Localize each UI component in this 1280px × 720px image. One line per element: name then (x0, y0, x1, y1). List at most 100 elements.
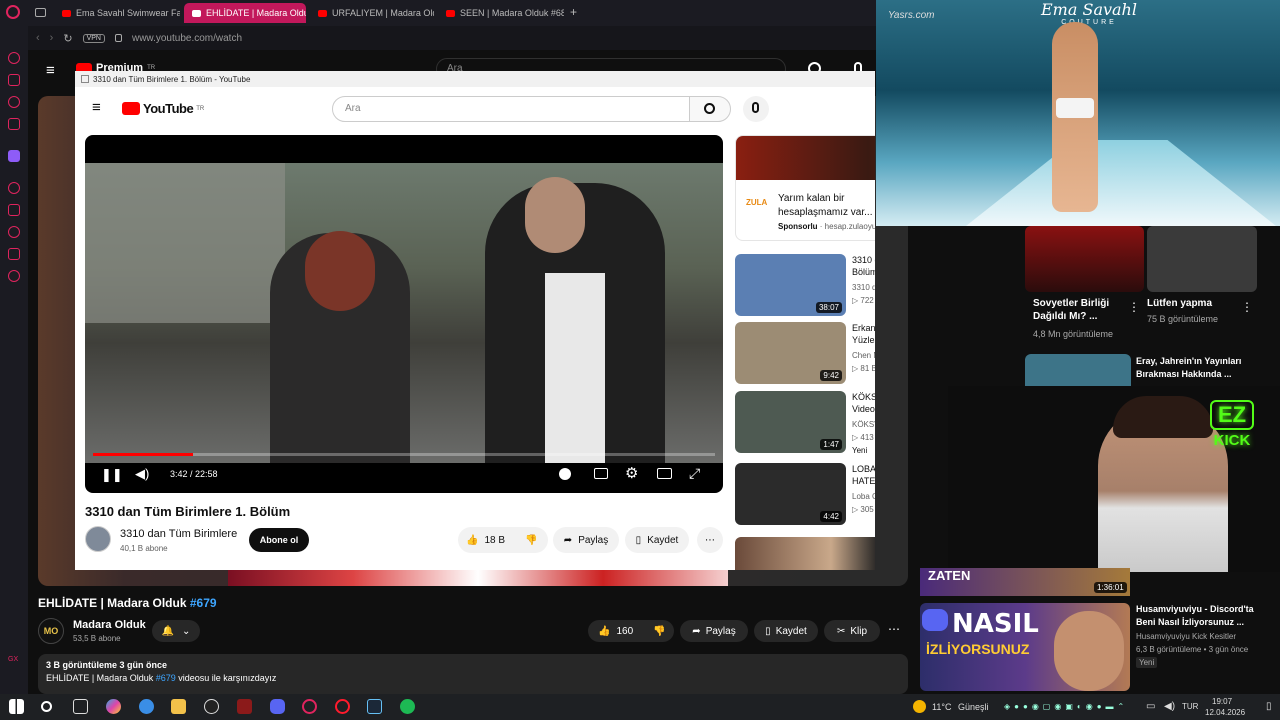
bell-button[interactable]: 🔔 ⌄ (152, 620, 200, 642)
tab-2[interactable]: URFALIYEM | Madara Oldu (310, 3, 434, 23)
settings-icon[interactable] (8, 270, 20, 282)
windows-start-icon[interactable] (9, 699, 24, 714)
menu-icon[interactable]: ≡ (46, 62, 55, 79)
pip-search-button[interactable] (689, 96, 731, 122)
subscribe-button[interactable]: Abone ol (249, 528, 309, 552)
weather-desc[interactable]: Güneşli (958, 702, 989, 712)
tab-0[interactable]: Ema Savahl Swimwear Fa (54, 3, 180, 23)
rec-thumbnail-row[interactable] (735, 537, 875, 570)
bg-like-button[interactable]: 👍 160 👎 (588, 620, 674, 642)
side-card-title[interactable]: Sovyetler Birliği Dağıldı Mı? ... (1033, 297, 1109, 323)
video-player[interactable]: ❚❚ ◀) 3:42 / 22:58 ⚙ ⤢ (85, 135, 723, 493)
tray-icons[interactable]: ◈●●◉▢◉▣◐◉●▬⌃ (1004, 702, 1128, 711)
mail-icon[interactable] (8, 118, 20, 130)
progress-track[interactable] (93, 453, 715, 456)
fullscreen-icon[interactable]: ⤢ (689, 465, 700, 482)
ad-card[interactable]: ZULA Yarım kalan bir hesaplaşmamız var..… (735, 135, 875, 241)
dislike-icon[interactable]: 👎 (525, 535, 537, 546)
rec-item[interactable]: 1:47 KÖKSVL - NALAKA (Mu Video) KÖKSVL ▷… (735, 391, 875, 455)
bg-description-box[interactable]: 3 B görüntüleme 3 gün önce EHLİDATE | Ma… (38, 654, 908, 694)
url-field[interactable]: www.youtube.com/watch (132, 33, 242, 44)
file-explorer-icon[interactable] (171, 699, 186, 714)
history-icon[interactable] (8, 226, 20, 238)
side-card-title[interactable]: Husamviyuviyu - Discord'ta Beni Nasıl İz… (1136, 603, 1254, 629)
channel-name[interactable]: 3310 dan Tüm Birimlere (120, 528, 237, 540)
whatsapp-icon[interactable] (8, 96, 20, 108)
workspaces-icon[interactable] (35, 8, 46, 17)
volume-icon[interactable]: ◀) (135, 466, 149, 482)
rec-item[interactable]: 9:42 Erkan Abi - Ceyhanlı Hakan Yüzleşme… (735, 322, 875, 386)
weather-temp[interactable]: 11°C (932, 702, 951, 712)
bg-channel-avatar[interactable]: MO (38, 618, 64, 644)
bg-channel-name[interactable]: Madara Olduk (73, 619, 146, 631)
share-button[interactable]: ➦ Paylaş (553, 527, 619, 553)
spotify-icon[interactable] (400, 699, 415, 714)
bg-clip-button[interactable]: ✂ Klip (824, 620, 880, 642)
side-card-title[interactable]: Lütfen yapma (1147, 297, 1212, 310)
bg-share-button[interactable]: ➦ Paylaş (680, 620, 748, 642)
discord-icon[interactable] (270, 699, 285, 714)
pip-youtube-logo[interactable]: YouTube TR (122, 101, 204, 116)
side-card-thumb[interactable] (1025, 226, 1144, 292)
voicemod-icon[interactable] (237, 699, 252, 714)
player-icon[interactable] (8, 182, 20, 194)
save-button[interactable]: ▯ Kaydet (625, 527, 689, 553)
vpn-badge[interactable]: VPN (82, 33, 105, 43)
ad-sponsor: Sponsorlu · hesap.zulaoyun... (778, 222, 875, 231)
weather-icon[interactable] (913, 700, 926, 713)
channel-avatar[interactable] (85, 526, 111, 552)
opera-gx-icon[interactable] (302, 699, 317, 714)
tab-3[interactable]: SEEN | Madara Olduk #68 (438, 3, 564, 23)
obs-icon[interactable] (204, 699, 219, 714)
back-icon[interactable]: ‹ (36, 32, 40, 44)
side-card-thumb[interactable] (1147, 226, 1257, 292)
bag-icon[interactable] (8, 74, 20, 86)
messenger-icon[interactable] (8, 52, 20, 64)
extensions-icon[interactable] (8, 248, 20, 260)
reload-icon[interactable]: ↻ (63, 32, 72, 45)
side-card-thumb[interactable] (1025, 354, 1131, 386)
volume-icon[interactable]: ◀) (1164, 701, 1175, 712)
captions-icon[interactable] (594, 468, 608, 479)
clock-date[interactable]: 12.04.2026 (1205, 708, 1245, 717)
rec-item[interactable]: 38:07 3310 dan Tüm Birimlere 3. Bölüm 33… (735, 254, 875, 318)
opera-icon[interactable] (335, 699, 350, 714)
like-button[interactable]: 👍 18 B 👎 (458, 527, 548, 553)
opera-logo[interactable] (6, 5, 20, 19)
side-card-thumb[interactable]: NASIL İZLİYORSUNUZ (920, 603, 1130, 691)
runway-overlay: Yasrs.com Ema Savahl COUTURE (876, 0, 1280, 226)
search-icon[interactable] (41, 701, 52, 712)
more-icon[interactable]: ⋮ (1241, 300, 1253, 314)
bg-save-button[interactable]: ▯ Kaydet (754, 620, 818, 642)
pause-icon[interactable]: ❚❚ (101, 467, 123, 483)
pip-search-input[interactable]: Ara (332, 96, 690, 122)
dislike-icon[interactable]: 👎 (653, 626, 665, 637)
pip-titlebar[interactable]: 3310 dan Tüm Birimlere 1. Bölüm - YouTub… (75, 71, 875, 87)
settings-gear-icon[interactable]: ⚙ (625, 464, 638, 482)
theater-icon[interactable] (657, 468, 672, 479)
side-card-title[interactable]: Eray, Jahrein'ın Yayınları Bırakması Hak… (1136, 355, 1241, 381)
more-icon[interactable]: ⋮ (1128, 300, 1140, 314)
notification-icon[interactable]: ▯ (1266, 701, 1272, 712)
autoplay-toggle[interactable] (559, 468, 571, 480)
task-view-icon[interactable] (73, 699, 88, 714)
brand-logo: Ema Savahl COUTURE (1041, 0, 1137, 26)
new-tab-button[interactable]: + (570, 5, 577, 19)
bg-more-icon[interactable]: ⋯ (888, 622, 900, 636)
rec-item[interactable]: 4:42 LOBA REACTS TO "Ever HATES XANTARES… (735, 463, 875, 527)
more-button[interactable]: ⋯ (697, 527, 723, 553)
tab-1[interactable]: EHLİDATE | Madara Olduk (184, 3, 306, 23)
pip-menu-icon[interactable]: ≡ (92, 99, 101, 116)
edge-icon[interactable] (139, 699, 154, 714)
twitch-icon[interactable] (8, 150, 20, 162)
video-title: 3310 dan Tüm Birimlere 1. Bölüm (85, 504, 291, 519)
network-icon[interactable]: ▭ (1146, 701, 1155, 712)
pip-mic-button[interactable] (743, 96, 769, 122)
language-indicator[interactable]: TUR (1182, 702, 1198, 711)
forward-icon[interactable]: › (50, 32, 54, 44)
steam-icon[interactable] (367, 699, 382, 714)
bookmark-icon[interactable] (8, 204, 20, 216)
copilot-icon[interactable] (106, 699, 121, 714)
side-card-views: 75 B görüntüleme (1147, 314, 1219, 324)
clock-time[interactable]: 19:07 (1212, 697, 1232, 706)
